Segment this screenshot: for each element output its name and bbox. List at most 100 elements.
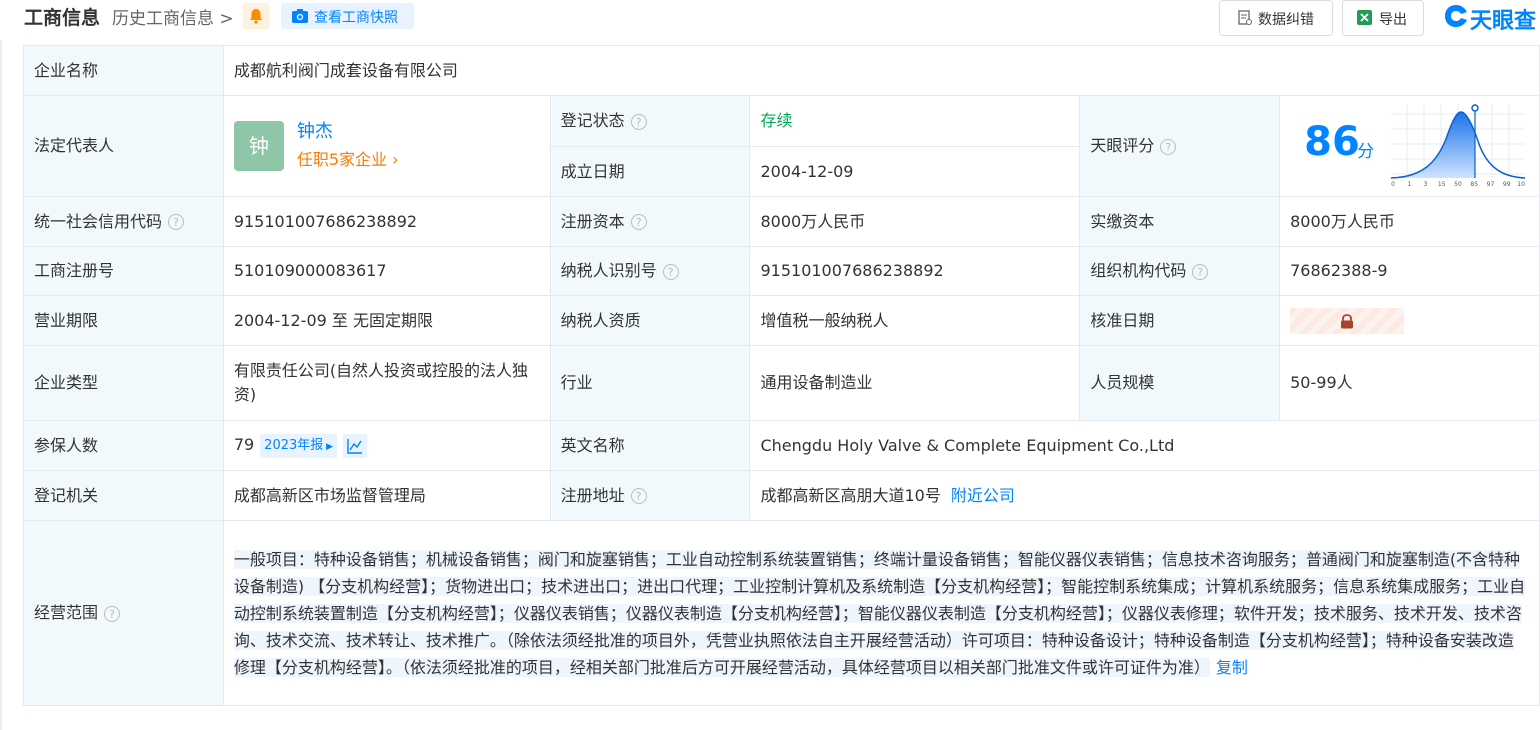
snapshot-label: 查看工商快照 <box>314 10 398 26</box>
established-value: 2004-12-09 <box>749 146 1081 197</box>
tax-qual-label: 纳税人资质 <box>549 295 751 346</box>
scope-label: 经营范围 <box>34 603 99 622</box>
term-value: 2004-12-09 至 无固定期限 <box>222 295 551 346</box>
legal-rep-posts-link[interactable]: 任职5家企业 › <box>297 146 399 174</box>
score-label: 天眼评分 <box>1090 136 1155 155</box>
reg-no-value: 510109000083617 <box>222 246 551 296</box>
credit-code-label-cell: 统一社会信用代码? <box>23 196 224 247</box>
scope-cell: 一般项目：特种设备销售；机械设备销售；阀门和旋塞销售；工业自动控制系统装置销售；… <box>222 520 1540 706</box>
caret-right-icon: ▶ <box>323 441 334 452</box>
bell-button[interactable] <box>243 3 269 29</box>
term-label: 营业期限 <box>23 295 224 346</box>
annual-report-label: 2023年报 <box>264 437 324 453</box>
company-type-value: 有限责任公司(自然人投资或控股的法人独资) <box>222 345 551 421</box>
score-distribution-chart: 0 1 3 15 50 85 97 99 100 <box>1391 104 1526 188</box>
score-tick-label: 85 <box>1471 181 1479 188</box>
section-title: 工商信息 <box>24 7 101 29</box>
legal-rep-label: 法定代表人 <box>23 95 224 197</box>
help-icon[interactable]: ? <box>1192 263 1209 280</box>
help-icon[interactable]: ? <box>104 605 121 622</box>
en-name-value: Chengdu Holy Valve & Complete Equipment … <box>749 420 1540 471</box>
paid-capital-label: 实缴资本 <box>1079 196 1281 247</box>
credit-code-label: 统一社会信用代码 <box>34 211 163 231</box>
score-label-cell: 天眼评分? <box>1079 95 1281 197</box>
authority-value: 成都高新区市场监督管理局 <box>222 470 551 521</box>
excel-icon <box>1357 10 1372 25</box>
help-icon[interactable]: ? <box>630 214 647 230</box>
help-icon[interactable]: ? <box>630 488 647 504</box>
company-name-label: 企业名称 <box>23 45 224 96</box>
insured-cell: 79 2023年报 ▶ <box>222 420 551 471</box>
taxpayer-id-label-cell: 纳税人识别号? <box>549 246 751 296</box>
approval-date-cell <box>1279 295 1540 346</box>
insured-value: 79 <box>233 435 255 455</box>
history-link[interactable]: 历史工商信息 > <box>112 4 234 29</box>
address-cell: 成都高新区高朋大道10号 附近公司 <box>749 470 1540 521</box>
chevron-right-icon: > <box>214 9 234 29</box>
help-icon[interactable]: ? <box>1160 138 1177 155</box>
approval-date-label: 核准日期 <box>1079 295 1281 346</box>
copy-link[interactable]: 复制 <box>1216 658 1248 677</box>
locked-value[interactable] <box>1290 307 1405 334</box>
score-tick-label: 99 <box>1503 181 1511 188</box>
header-bar: 工商信息 历史工商信息 > 查看工商快照 数据纠错 导出 天眼查 <box>0 0 1540 36</box>
reg-capital-label-cell: 注册资本? <box>549 196 751 247</box>
table-row: 企业类型 有限责任公司(自然人投资或控股的法人独资) 行业 通用设备制造业 人员… <box>23 345 1540 421</box>
legal-rep-name-link[interactable]: 钟杰 <box>297 118 399 146</box>
help-icon[interactable]: ? <box>168 214 185 230</box>
org-code-label-cell: 组织机构代码? <box>1079 246 1281 296</box>
score-tick-label: 0 <box>1391 181 1395 188</box>
annual-report-chip[interactable]: 2023年报 ▶ <box>260 433 338 458</box>
scope-label-cell: 经营范围? <box>23 520 224 706</box>
taxpayer-id-label: 纳税人识别号 <box>560 261 657 280</box>
logo-eye-icon <box>1445 5 1467 27</box>
table-row: 企业名称 成都航利阀门成套设备有限公司 <box>23 45 1540 96</box>
address-label-cell: 注册地址? <box>549 470 751 521</box>
established-label: 成立日期 <box>549 146 751 197</box>
history-link-label: 历史工商信息 <box>112 9 214 29</box>
tax-qual-value: 增值税一般纳税人 <box>749 295 1081 346</box>
table-row: 经营范围? 一般项目：特种设备销售；机械设备销售；阀门和旋塞销售；工业自动控制系… <box>23 520 1540 706</box>
export-button[interactable]: 导出 <box>1342 0 1424 36</box>
lock-icon <box>1341 313 1354 328</box>
snapshot-button[interactable]: 查看工商快照 <box>281 3 414 29</box>
reg-no-label: 工商注册号 <box>23 246 224 296</box>
data-correction-button[interactable]: 数据纠错 <box>1219 0 1333 36</box>
company-name: 成都航利阀门成套设备有限公司 <box>222 45 1540 96</box>
staff-value: 50-99人 <box>1279 345 1540 421</box>
score-widget: 86 分 0 1 3 15 50 85 97 99 100 <box>1280 96 1539 196</box>
score-cell[interactable]: 86 分 0 1 3 15 50 85 97 99 100 <box>1279 95 1540 197</box>
score-unit: 分 <box>1357 142 1375 162</box>
score-tick-label: 97 <box>1487 181 1495 188</box>
tianyancha-logo: 天眼查 <box>1444 3 1536 34</box>
export-label: 导出 <box>1379 12 1407 28</box>
trend-chart-button[interactable] <box>343 433 368 458</box>
business-scope-text: 一般项目：特种设备销售；机械设备销售；阀门和旋塞销售；工业自动控制系统装置销售；… <box>233 549 1526 677</box>
org-code-value: 76862388-9 <box>1279 246 1540 296</box>
address-label: 注册地址 <box>560 485 625 505</box>
score-tick-label: 100 <box>1517 181 1525 188</box>
address-value: 成都高新区高朋大道10号 <box>760 485 941 505</box>
score-value: 86 <box>1304 119 1360 165</box>
avatar[interactable]: 钟 <box>233 121 284 171</box>
legal-rep-posts-label: 任职5家企业 <box>296 150 388 169</box>
help-icon[interactable]: ? <box>662 263 679 280</box>
nearby-companies-link[interactable]: 附近公司 <box>951 486 1015 505</box>
reg-capital-label: 注册资本 <box>560 211 625 231</box>
insured-label: 参保人数 <box>23 420 224 471</box>
chevron-right-icon: › <box>387 150 399 169</box>
reg-capital-value: 8000万人民币 <box>749 196 1081 247</box>
logo-text: 天眼查 <box>1470 9 1537 34</box>
business-info-table: 企业名称 成都航利阀门成套设备有限公司 法定代表人 钟 钟杰 任职5家企业 › … <box>23 45 1540 706</box>
table-row: 营业期限 2004-12-09 至 无固定期限 纳税人资质 增值税一般纳税人 核… <box>23 295 1540 346</box>
table-row: 参保人数 79 2023年报 ▶ 英文名称 Chengdu Holy Valve … <box>23 420 1540 471</box>
bell-icon <box>250 9 262 24</box>
edit-doc-icon <box>1238 10 1252 25</box>
help-icon[interactable]: ? <box>630 113 647 130</box>
score-tick-label: 1 <box>1407 181 1411 188</box>
legal-rep-cell: 钟 钟杰 任职5家企业 › <box>222 95 551 197</box>
credit-code-value: 915101007686238892 <box>222 196 551 247</box>
score-tick-label: 3 <box>1424 181 1428 188</box>
table-row: 法定代表人 钟 钟杰 任职5家企业 › 登记状态? 存续 天眼评分? 86 分 <box>23 95 1540 197</box>
org-code-label: 组织机构代码 <box>1090 261 1187 280</box>
